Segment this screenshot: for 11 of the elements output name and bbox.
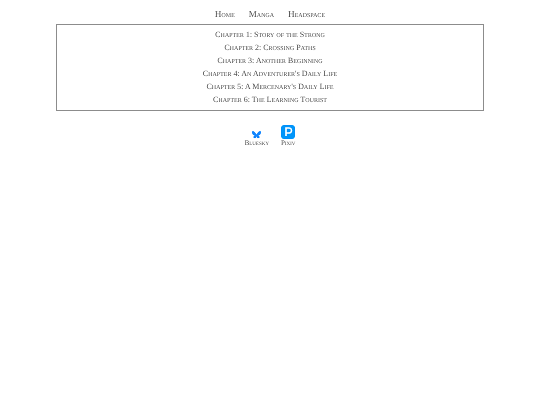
butterfly-icon [252,131,262,139]
chapter-link[interactable]: Chapter 5: A Mercenary's Daily Life [206,82,334,92]
pixiv-icon [281,125,296,139]
chapter-link[interactable]: Chapter 6: The Learning Tourist [213,95,327,105]
nav-link[interactable]: Home [214,9,235,24]
nav-link[interactable]: Headspace [288,9,326,24]
chapter-link[interactable]: Chapter 1: Story of the Strong [215,30,325,40]
chapter-link[interactable]: Chapter 2: Crossing Paths [224,43,316,53]
chapter-link[interactable]: Chapter 3: Another Beginning [217,56,323,66]
chapter-link[interactable]: Chapter 4: An Adventurer's Daily Life [202,69,338,79]
nav-link[interactable]: Manga [248,9,274,24]
